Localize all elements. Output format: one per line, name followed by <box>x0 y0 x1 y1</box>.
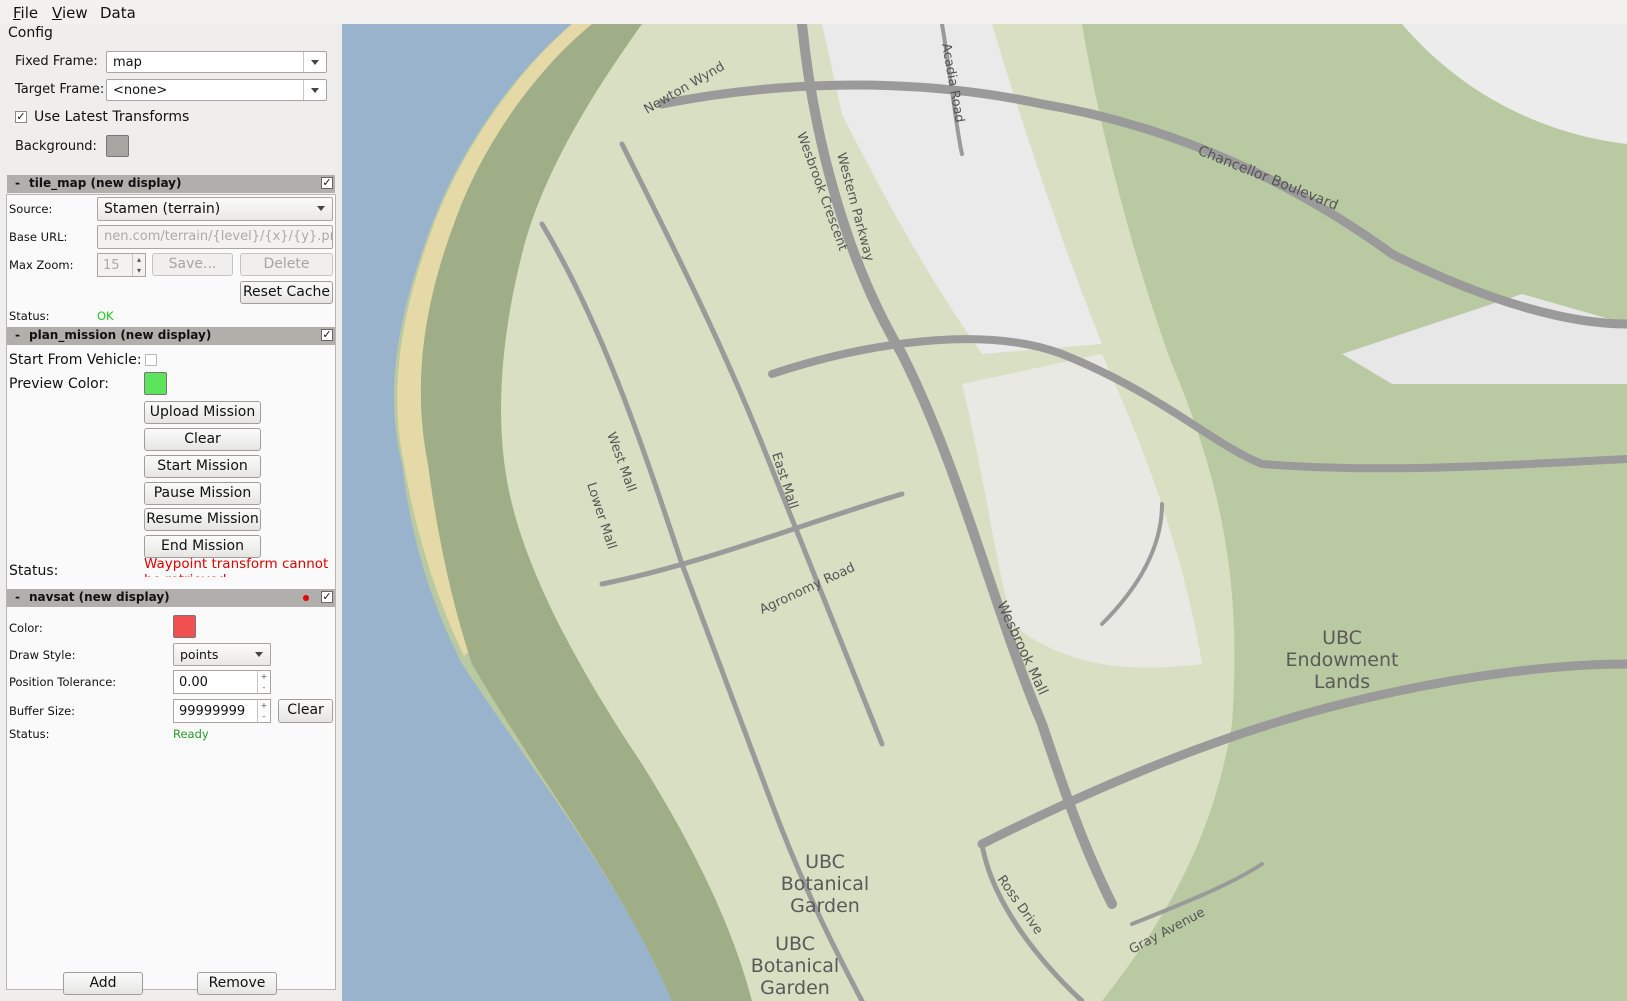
menu-file[interactable]: File <box>13 4 38 22</box>
collapse-icon[interactable]: - <box>15 328 20 342</box>
start-from-vehicle-checkbox[interactable] <box>145 354 157 366</box>
fixed-frame-value: map <box>113 55 142 70</box>
max-zoom-value: 15 <box>103 258 120 273</box>
tile-map-header[interactable]: - tile_map (new display) ✓ <box>7 175 335 193</box>
spin-arrows-icon[interactable]: + - <box>257 700 270 722</box>
navsat-enable-checkbox[interactable]: ✓ <box>321 591 333 603</box>
svg-text:UBC: UBC <box>1322 627 1362 649</box>
position-tolerance-value: 0.00 <box>179 675 208 690</box>
save-button[interactable]: Save... <box>152 253 233 276</box>
use-latest-checkbox[interactable]: ✓ <box>15 111 27 123</box>
buffer-size-spinbox[interactable]: 99999999 + - <box>173 699 271 723</box>
svg-text:Botanical: Botanical <box>781 873 869 895</box>
navsat-title: navsat (new display) <box>29 590 170 604</box>
upload-mission-button[interactable]: Upload Mission <box>144 401 261 424</box>
svg-text:Endowment: Endowment <box>1286 649 1399 671</box>
max-zoom-spinbox[interactable]: 15 ▴ ▾ <box>97 253 146 277</box>
background-label: Background: <box>15 139 97 154</box>
svg-text:Garden: Garden <box>760 977 830 999</box>
start-from-vehicle-label: Start From Vehicle: <box>9 352 142 368</box>
svg-text:UBC: UBC <box>775 933 815 955</box>
buffer-size-label: Buffer Size: <box>9 704 76 718</box>
buffer-size-value: 99999999 <box>179 704 246 719</box>
chevron-down-icon[interactable] <box>303 80 326 100</box>
navsat-header[interactable]: - navsat (new display) ✓ <box>7 589 335 607</box>
navsat-status-label: Status: <box>9 727 50 741</box>
map-canvas[interactable]: Newton Wynd Acadia Road Wesbrook Crescen… <box>342 24 1627 1001</box>
add-display-button[interactable]: Add <box>63 972 143 995</box>
svg-text:Garden: Garden <box>790 895 860 917</box>
resume-mission-button[interactable]: Resume Mission <box>144 508 261 531</box>
base-url-label: Base URL: <box>9 230 68 244</box>
menu-view[interactable]: View <box>52 4 88 22</box>
source-combo[interactable]: Stamen (terrain) <box>97 197 333 221</box>
navsat-clear-button[interactable]: Clear <box>278 699 333 723</box>
target-frame-value: <none> <box>113 83 168 98</box>
source-value: Stamen (terrain) <box>104 201 221 217</box>
tile-map-status-value: OK <box>97 309 114 323</box>
plan-mission-title: plan_mission (new display) <box>29 328 212 342</box>
config-panel: Config Fixed Frame: map Target Frame: <n… <box>0 24 342 1001</box>
start-mission-button[interactable]: Start Mission <box>144 455 261 478</box>
config-title: Config <box>8 25 53 41</box>
plan-mission-enable-checkbox[interactable]: ✓ <box>321 329 333 341</box>
draw-style-combo[interactable]: points <box>173 643 271 666</box>
menu-data[interactable]: Data <box>100 4 136 22</box>
collapse-icon[interactable]: - <box>15 590 20 604</box>
use-latest-label: Use Latest Transforms <box>34 109 190 125</box>
draw-style-value: points <box>180 647 219 662</box>
plan-mission-status-value: Waypoint transform cannot be retrieved <box>144 556 329 577</box>
chevron-down-icon[interactable] <box>303 52 326 72</box>
remove-display-button[interactable]: Remove <box>197 972 277 995</box>
tile-map-status-label: Status: <box>9 309 50 323</box>
spin-arrows-icon[interactable]: ▴ ▾ <box>132 254 145 276</box>
preview-color-button[interactable] <box>144 372 167 395</box>
background-color-button[interactable] <box>106 135 129 157</box>
fixed-frame-combo[interactable]: map <box>106 51 327 73</box>
max-zoom-label: Max Zoom: <box>9 258 74 272</box>
plan-mission-header[interactable]: - plan_mission (new display) ✓ <box>7 327 335 345</box>
navsat-color-label: Color: <box>9 621 43 635</box>
plan-mission-status-label: Status: <box>9 563 59 579</box>
position-tolerance-spinbox[interactable]: 0.00 + - <box>173 670 271 694</box>
spin-arrows-icon[interactable]: + - <box>257 671 270 693</box>
end-mission-button[interactable]: End Mission <box>144 535 261 558</box>
tile-map-title: tile_map (new display) <box>29 176 182 190</box>
pause-mission-button[interactable]: Pause Mission <box>144 482 261 505</box>
navsat-color-button[interactable] <box>173 615 196 638</box>
position-tolerance-label: Position Tolerance: <box>9 675 117 689</box>
source-label: Source: <box>9 202 53 216</box>
error-indicator-icon <box>303 595 309 601</box>
map-view[interactable]: Newton Wynd Acadia Road Wesbrook Crescen… <box>342 24 1627 1001</box>
svg-text:Botanical: Botanical <box>751 955 839 977</box>
delete-button[interactable]: Delete <box>240 253 333 276</box>
base-url-input[interactable]: nen.com/terrain/{level}/{x}/{y}.png <box>97 225 333 249</box>
svg-text:Lands: Lands <box>1314 671 1370 693</box>
menu-bar: File View Data <box>0 0 1627 25</box>
fixed-frame-label: Fixed Frame: <box>15 54 98 69</box>
clear-mission-button[interactable]: Clear <box>144 428 261 451</box>
draw-style-label: Draw Style: <box>9 648 76 662</box>
collapse-icon[interactable]: - <box>15 176 20 190</box>
target-frame-combo[interactable]: <none> <box>106 79 327 101</box>
navsat-status-value: Ready <box>173 727 209 741</box>
chevron-down-icon[interactable] <box>248 644 270 664</box>
chevron-down-icon[interactable] <box>310 198 332 218</box>
target-frame-label: Target Frame: <box>15 82 105 97</box>
preview-color-label: Preview Color: <box>9 376 109 392</box>
svg-text:UBC: UBC <box>805 851 845 873</box>
reset-cache-button[interactable]: Reset Cache <box>240 281 333 304</box>
tile-map-enable-checkbox[interactable]: ✓ <box>321 177 333 189</box>
